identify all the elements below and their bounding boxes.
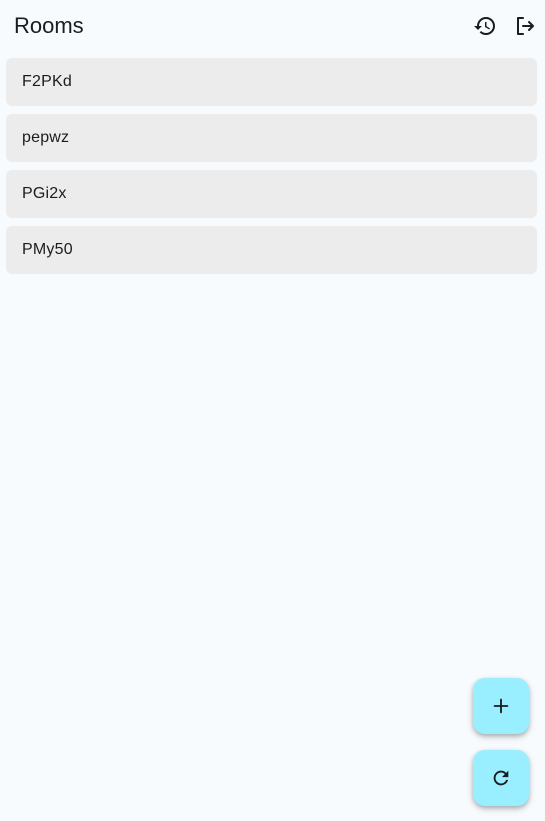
- room-item[interactable]: F2PKd: [6, 58, 537, 106]
- history-button[interactable]: [469, 10, 501, 42]
- plus-icon: [493, 698, 509, 714]
- top-app-bar: Rooms: [0, 0, 545, 52]
- page-title: Rooms: [14, 13, 84, 38]
- app-root: Rooms F2PKd pepwz PGi2x PMy50: [0, 0, 545, 821]
- logout-icon: [517, 17, 534, 35]
- room-name: PMy50: [22, 241, 73, 258]
- logout-button[interactable]: [509, 10, 541, 42]
- room-list: F2PKd pepwz PGi2x PMy50: [6, 58, 537, 282]
- history-icon: [474, 17, 495, 36]
- add-room-button[interactable]: [473, 678, 529, 734]
- refresh-button[interactable]: [473, 750, 529, 806]
- room-name: PGi2x: [22, 185, 67, 202]
- room-item[interactable]: PMy50: [6, 226, 537, 274]
- room-item[interactable]: PGi2x: [6, 170, 537, 218]
- room-item[interactable]: pepwz: [6, 114, 537, 162]
- refresh-icon: [493, 770, 509, 786]
- room-name: pepwz: [22, 129, 70, 146]
- room-name: F2PKd: [22, 73, 72, 90]
